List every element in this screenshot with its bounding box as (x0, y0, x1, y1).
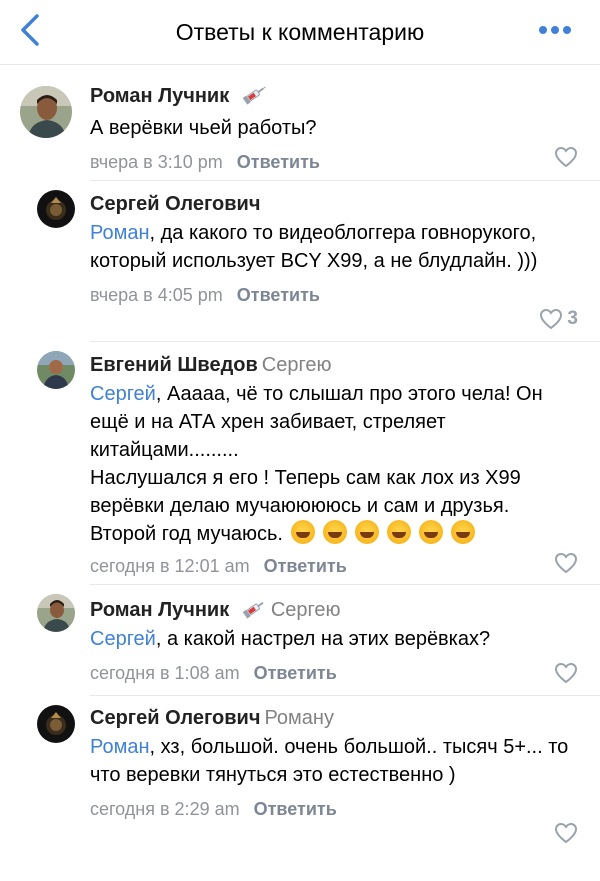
mention-link[interactable]: Сергей (90, 383, 156, 405)
mention-link[interactable]: Сергей (90, 628, 156, 650)
rofl-emoji (354, 520, 379, 544)
syringe-icon (242, 86, 266, 105)
avatar[interactable] (20, 86, 72, 138)
back-button[interactable] (14, 12, 46, 48)
mention-link[interactable]: Роман (90, 736, 150, 758)
like-button[interactable] (554, 146, 578, 168)
heart-icon (554, 662, 578, 684)
comment-text: А верёвки чьей работы? (90, 117, 317, 139)
comment-time: сегодня в 12:01 am (90, 556, 250, 576)
avatar[interactable] (37, 705, 75, 743)
heart-icon (540, 308, 563, 330)
like-button[interactable] (554, 662, 578, 684)
rofl-emoji (418, 520, 443, 544)
rofl-emoji (386, 520, 411, 544)
reply-button[interactable]: Ответить (237, 285, 320, 305)
comment-text: Сергей, а какой настрел на этих верёвках… (90, 628, 491, 650)
author-name[interactable]: Роман Лучник (90, 599, 229, 621)
author-name[interactable]: Роман Лучник (90, 85, 229, 107)
reply-button[interactable]: Ответить (254, 663, 337, 683)
page-title: Ответы к комментарию (175, 18, 425, 45)
heart-icon (554, 552, 578, 574)
comment-item: Роман Лучник Сергею Сергей, а какой наст… (0, 585, 600, 695)
mention-link[interactable]: Роман (90, 222, 150, 244)
comment-time: вчера в 4:05 pm (90, 285, 223, 305)
comment-time: сегодня в 2:29 am (90, 799, 240, 819)
comment-item: Роман Лучник А верёвки чьей работы? вчер… (0, 64, 600, 180)
comment-time: сегодня в 1:08 am (90, 663, 240, 683)
comment-item: Сергей Олегович Роману Роман, хз, большой… (0, 696, 600, 866)
avatar[interactable] (37, 594, 75, 632)
author-name[interactable]: Сергей Олегович (90, 707, 260, 729)
reply-button[interactable]: Ответить (264, 556, 347, 576)
syringe-icon (242, 601, 264, 619)
reply-to-label[interactable]: Сергею (262, 354, 332, 376)
more-button[interactable] (536, 18, 574, 42)
rofl-emoji (322, 520, 347, 544)
more-dots-icon (539, 26, 571, 34)
top-bar: Ответы к комментарию (0, 0, 600, 65)
avatar[interactable] (37, 351, 75, 389)
comment-text: Сергей, Ааааа, чё то слышал про этого че… (90, 383, 543, 545)
comment-item: Евгений Шведов Сергею Сергей, Ааааа, чё т… (0, 342, 600, 584)
like-button[interactable] (554, 822, 578, 844)
chevron-left-icon (21, 14, 39, 46)
comment-text: Роман, хз, большой. очень большой.. тыся… (90, 736, 569, 786)
rofl-emoji (450, 520, 475, 544)
like-button[interactable] (554, 552, 578, 574)
reply-button[interactable]: Ответить (254, 799, 337, 819)
reply-to-label[interactable]: Сергею (271, 599, 341, 621)
comment-text: Роман, да какого то видеоблоггера говнор… (90, 222, 538, 272)
like-button[interactable]: 3 (539, 308, 578, 330)
avatar[interactable] (37, 190, 75, 228)
author-name[interactable]: Сергей Олегович (90, 193, 260, 215)
reply-button[interactable]: Ответить (237, 152, 320, 172)
author-name[interactable]: Евгений Шведов (90, 354, 258, 376)
comment-item: Сергей Олегович Роман, да какого то виде… (0, 181, 600, 341)
heart-icon (554, 822, 578, 844)
reply-to-label[interactable]: Роману (264, 707, 334, 729)
comment-time: вчера в 3:10 pm (90, 152, 223, 172)
heart-icon (554, 146, 578, 168)
rofl-emoji (290, 520, 315, 544)
like-count: 3 (567, 308, 578, 329)
